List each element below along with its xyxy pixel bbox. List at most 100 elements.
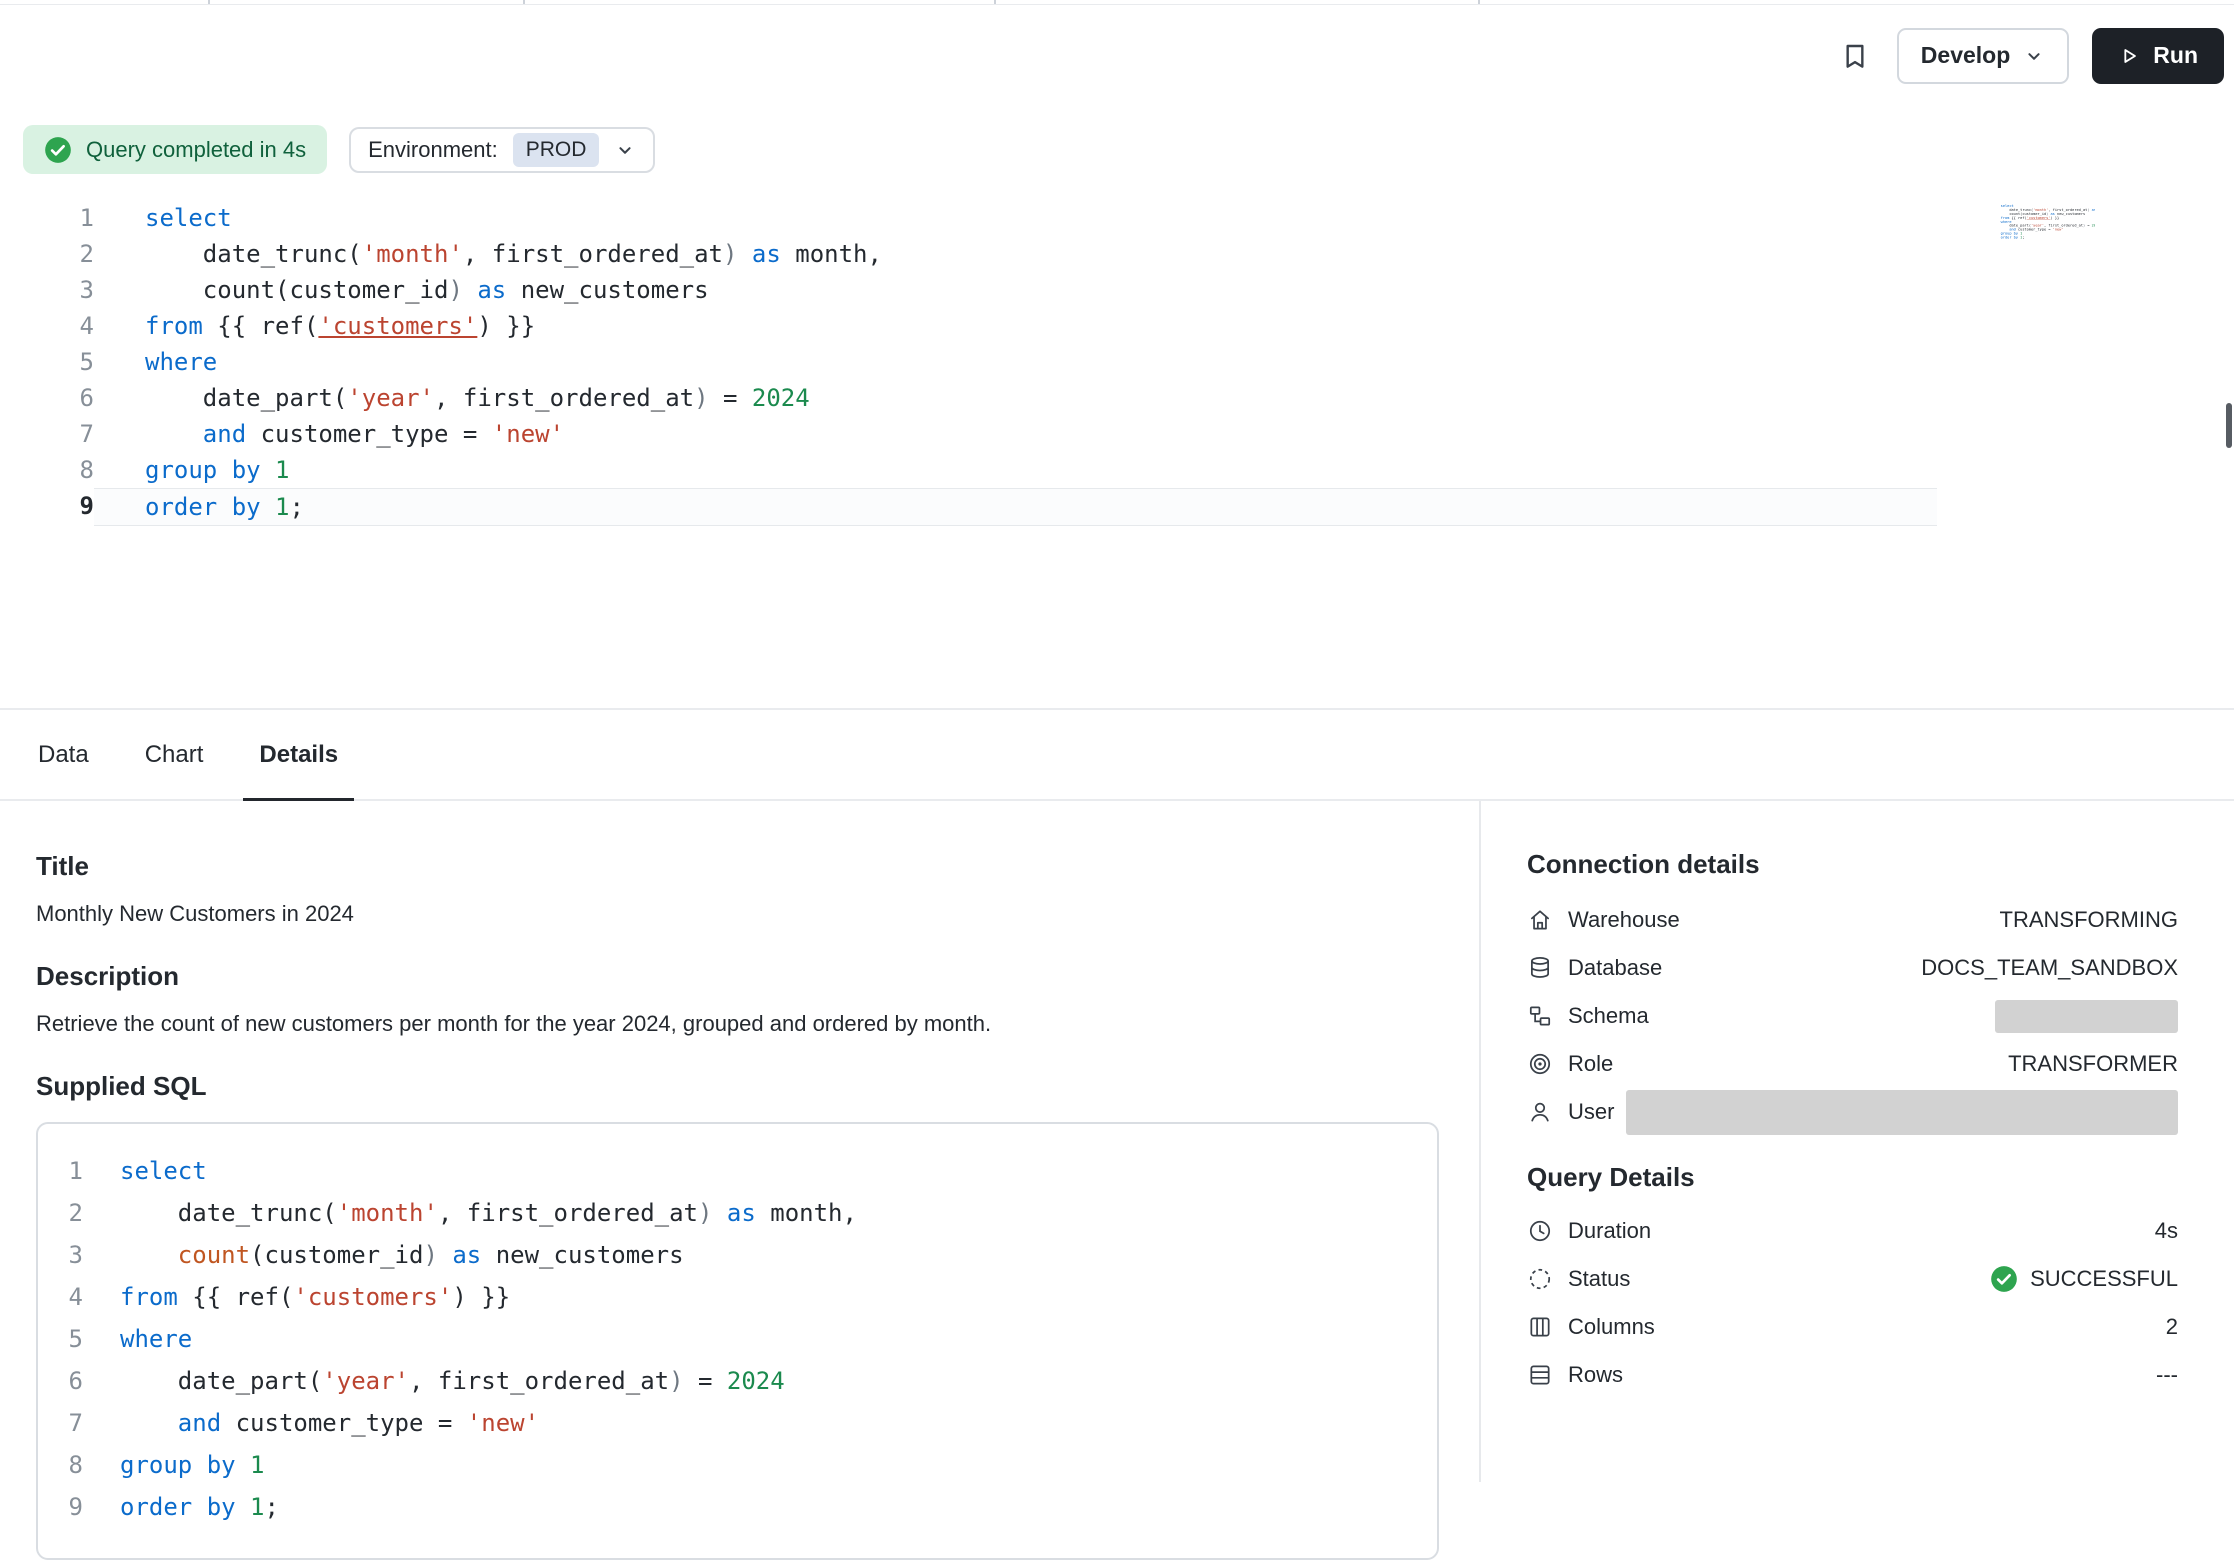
line-number: 4 <box>38 1276 83 1318</box>
toolbar: Develop Run <box>0 5 2234 106</box>
detail-row: Columns 2 <box>1527 1303 2178 1351</box>
success-check-icon <box>44 136 72 164</box>
detail-row: Warehouse TRANSFORMING <box>1527 896 2178 944</box>
code-line: 6 date_part('year', first_ordered_at) = … <box>38 1360 1437 1402</box>
duration-icon <box>1527 1218 1553 1244</box>
line-number: 6 <box>0 380 94 416</box>
detail-row: User <box>1527 1088 2178 1136</box>
detail-row: Database DOCS_TEAM_SANDBOX <box>1527 944 2178 992</box>
code-line: 2 date_trunc('month', first_ordered_at) … <box>38 1192 1437 1234</box>
develop-button[interactable]: Develop <box>1897 28 2069 84</box>
code-line: 5where <box>38 1318 1437 1360</box>
code-line: 7 and customer_type = 'new' <box>38 1402 1437 1444</box>
editor-minimap[interactable]: select date_trunc('month', first_ordered… <box>1993 204 2095 250</box>
description-heading: Description <box>36 961 1439 992</box>
run-button[interactable]: Run <box>2092 28 2224 84</box>
tab-chart[interactable]: Chart <box>129 710 220 799</box>
code-line: 5where <box>0 344 2234 380</box>
query-details-rows: Duration 4s Status <box>1527 1207 2178 1399</box>
tab-data[interactable]: Data <box>22 710 105 799</box>
title-value: Monthly New Customers in 2024 <box>36 899 1439 928</box>
details-panel: Title Monthly New Customers in 2024 Desc… <box>0 801 2234 1482</box>
chevron-down-icon <box>2023 45 2045 67</box>
environment-selector[interactable]: Environment: PROD <box>349 127 655 173</box>
bookmark-button[interactable] <box>1836 37 1874 75</box>
connection-details-heading: Connection details <box>1527 849 2178 880</box>
line-number: 3 <box>38 1234 83 1276</box>
schema-icon <box>1527 1003 1553 1029</box>
develop-label: Develop <box>1921 42 2010 69</box>
line-number: 1 <box>0 200 94 236</box>
environment-label: Environment: <box>368 137 498 163</box>
detail-label: Rows <box>1568 1362 1623 1388</box>
supplied-sql-block: 1select2 date_trunc('month', first_order… <box>36 1122 1439 1560</box>
status-icon <box>1527 1266 1553 1292</box>
code-line: 9order by 1; <box>0 488 2234 526</box>
title-heading: Title <box>36 851 1439 882</box>
code-line: 2 date_trunc('month', first_ordered_at) … <box>0 236 2234 272</box>
details-sidebar: Connection details Warehouse TRANSFORMIN… <box>1479 801 2234 1482</box>
line-number: 6 <box>38 1360 83 1402</box>
success-check-icon <box>1990 1265 2018 1293</box>
detail-row: Status SUCCESSFUL <box>1527 1255 2178 1303</box>
detail-label: Duration <box>1568 1218 1651 1244</box>
environment-value-badge: PROD <box>513 133 600 167</box>
line-number: 5 <box>38 1318 83 1360</box>
detail-row: Role TRANSFORMER <box>1527 1040 2178 1088</box>
tab-divider <box>994 0 996 4</box>
code-line: 4from {{ ref('customers') }} <box>0 308 2234 344</box>
line-number: 4 <box>0 308 94 344</box>
scrollbar-thumb[interactable] <box>2226 403 2232 448</box>
tab-divider <box>523 0 525 4</box>
code-line: 8group by 1 <box>38 1444 1437 1486</box>
columns-icon <box>1527 1314 1553 1340</box>
detail-value: 2 <box>2166 1314 2178 1340</box>
detail-value: SUCCESSFUL <box>2030 1266 2178 1292</box>
chevron-down-icon <box>614 139 636 161</box>
line-number: 2 <box>38 1192 83 1234</box>
code-line: order by 1; <box>1993 235 2095 239</box>
results-tabs: Data Chart Details <box>0 708 2234 801</box>
detail-value: DOCS_TEAM_SANDBOX <box>1921 955 2178 981</box>
connection-rows: Warehouse TRANSFORMING Database <box>1527 896 2178 1136</box>
line-number: 7 <box>0 416 94 452</box>
details-main: Title Monthly New Customers in 2024 Desc… <box>0 801 1479 1482</box>
line-number: 1 <box>38 1150 83 1192</box>
code-line: 1select <box>0 200 2234 236</box>
line-number: 5 <box>0 344 94 380</box>
supplied-sql-heading: Supplied SQL <box>36 1071 1439 1102</box>
run-label: Run <box>2153 42 2198 69</box>
bookmark-icon <box>1839 40 1871 72</box>
detail-label: User <box>1568 1099 1614 1125</box>
query-status-badge: Query completed in 4s <box>23 125 327 174</box>
sql-editor[interactable]: 1select2 date_trunc('month', first_order… <box>0 200 2234 708</box>
detail-value <box>1626 1090 2178 1135</box>
detail-label: Columns <box>1568 1314 1655 1340</box>
code-line: 7 and customer_type = 'new' <box>0 416 2234 452</box>
description-value: Retrieve the count of new customers per … <box>36 1009 1439 1038</box>
tab-divider <box>1478 0 1480 4</box>
code-line: 8group by 1 <box>0 452 2234 488</box>
code-line: 1select <box>38 1150 1437 1192</box>
detail-value <box>1995 1000 2178 1033</box>
query-details-heading: Query Details <box>1527 1162 2178 1193</box>
tab-details[interactable]: Details <box>243 710 354 799</box>
line-number: 8 <box>38 1444 83 1486</box>
detail-label: Role <box>1568 1051 1613 1077</box>
tab-divider <box>208 0 210 4</box>
detail-value: TRANSFORMER <box>2008 1051 2178 1077</box>
detail-value: TRANSFORMING <box>2000 907 2178 933</box>
line-number: 9 <box>0 488 94 526</box>
query-status-text: Query completed in 4s <box>86 137 306 163</box>
detail-label: Database <box>1568 955 1662 981</box>
code-line: 9order by 1; <box>38 1486 1437 1528</box>
editor-code[interactable]: 1select2 date_trunc('month', first_order… <box>0 200 2234 526</box>
line-number: 2 <box>0 236 94 272</box>
code-line: 6 date_part('year', first_ordered_at) = … <box>0 380 2234 416</box>
line-number: 7 <box>38 1402 83 1444</box>
supplied-sql-code: 1select2 date_trunc('month', first_order… <box>38 1150 1437 1528</box>
detail-row: Schema <box>1527 992 2178 1040</box>
line-number: 9 <box>38 1486 83 1528</box>
detail-value: --- <box>2156 1362 2178 1388</box>
detail-row: Duration 4s <box>1527 1207 2178 1255</box>
